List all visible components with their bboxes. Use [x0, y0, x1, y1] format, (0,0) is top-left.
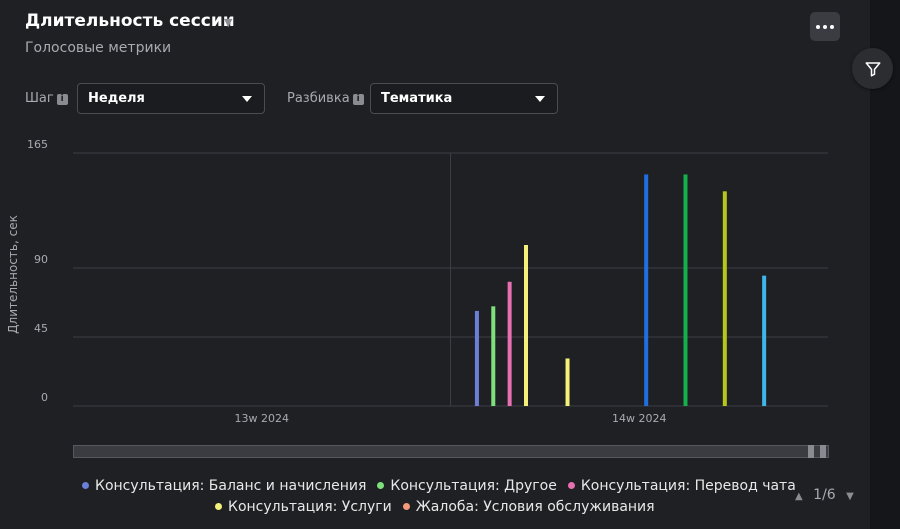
step-select[interactable]: Неделя: [77, 83, 265, 114]
bar: [491, 306, 496, 406]
breakdown-label-text: Разбивка: [287, 91, 350, 106]
dot-icon: [830, 24, 834, 29]
bar: [565, 358, 570, 406]
legend-item[interactable]: Консультация: Услуги: [215, 499, 392, 515]
step-select-value: Неделя: [88, 91, 145, 106]
bar: [507, 281, 512, 406]
bar: [524, 245, 528, 406]
dot-icon: [816, 24, 820, 29]
legend-label: Консультация: Услуги: [228, 499, 392, 515]
title-dropdown-icon[interactable]: ▼: [224, 16, 232, 29]
legend-label: Жалоба: Условия обслуживания: [415, 499, 655, 515]
legend: Консультация: Услуги Жалоба: Условия обсл…: [215, 499, 666, 515]
bar: [762, 275, 767, 406]
scrollbar-handle-right[interactable]: [820, 445, 826, 458]
legend: Консультация: Баланс и начисления Консуль…: [82, 478, 807, 494]
breakdown-label: Разбивка i: [287, 91, 364, 106]
chevron-up-icon[interactable]: ▲: [795, 491, 803, 502]
chevron-down-icon: [242, 96, 252, 102]
y-tick-label: 0: [41, 391, 48, 404]
chevron-down-icon[interactable]: ▼: [846, 491, 854, 502]
legend-item[interactable]: Консультация: Баланс и начисления: [82, 478, 366, 494]
legend-dot-icon: [377, 482, 385, 489]
bar: [722, 191, 727, 406]
legend-dot-icon: [402, 503, 410, 510]
legend-label: Консультация: Перевод чата: [580, 478, 796, 494]
legend-label: Консультация: Другое: [390, 478, 557, 494]
legend-item[interactable]: Консультация: Перевод чата: [567, 478, 796, 494]
legend-item[interactable]: Консультация: Другое: [377, 478, 557, 494]
info-icon[interactable]: i: [56, 94, 68, 105]
x-tick-label: 13w 2024: [235, 412, 289, 425]
x-tick-label: 14w 2024: [612, 412, 666, 425]
y-tick-label: 45: [34, 322, 48, 335]
y-tick-label: 90: [34, 253, 48, 266]
y-axis-label: Длительность, сек: [6, 215, 20, 334]
more-options-button[interactable]: [810, 12, 840, 41]
legend-dot-icon: [215, 503, 222, 510]
page-title: Длительность сессии: [25, 11, 235, 31]
legend-dot-icon: [567, 482, 575, 489]
breakdown-select-value: Тематика: [381, 91, 453, 106]
legend-label: Консультация: Баланс и начисления: [95, 478, 367, 494]
bar: [683, 174, 688, 406]
step-label-text: Шаг: [25, 91, 54, 106]
step-label: Шаг i: [25, 91, 68, 106]
legend-page-indicator: 1/6: [813, 487, 836, 503]
chevron-down-icon: [535, 96, 545, 102]
bar-chart: 0 45 90 165 Длительность, сек 13w 2024 14w 202…: [6, 140, 828, 425]
filter-button[interactable]: [852, 48, 893, 89]
breakdown-select[interactable]: Тематика: [370, 83, 558, 114]
bar: [644, 174, 649, 406]
dot-icon: [823, 24, 827, 29]
filter-icon: [865, 61, 880, 76]
legend-item[interactable]: Жалоба: Условия обслуживания: [402, 499, 655, 515]
info-icon[interactable]: i: [352, 94, 364, 105]
scrollbar-handle-left[interactable]: [808, 445, 814, 458]
page-subtitle: Голосовые метрики: [25, 40, 172, 56]
legend-pager: ▲ 1/6 ▼: [795, 487, 854, 503]
legend-dot-icon: [82, 482, 89, 489]
y-tick-label: 165: [27, 140, 48, 151]
bar: [474, 310, 479, 406]
chart-scrollbar[interactable]: [73, 445, 829, 458]
